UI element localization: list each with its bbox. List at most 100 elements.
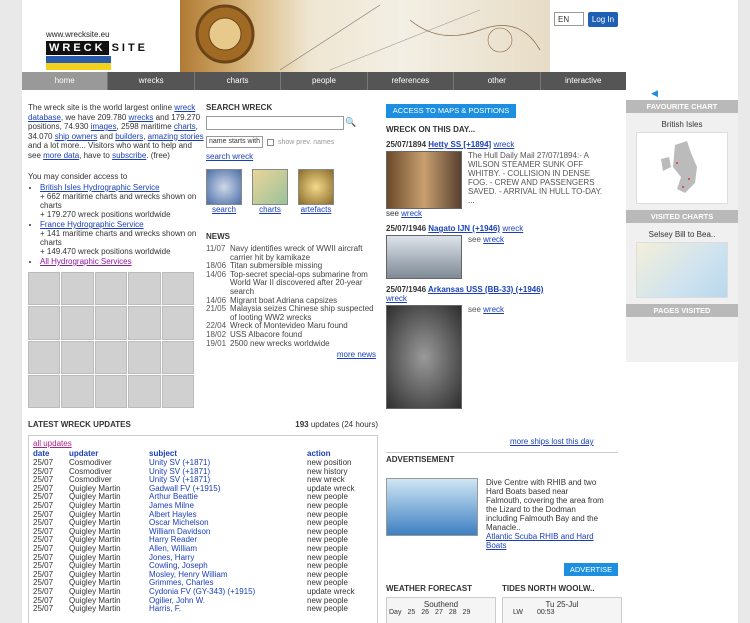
- map-tile[interactable]: [161, 340, 194, 374]
- update-updater: Quigley Martin: [69, 604, 121, 614]
- favourite-chart-image[interactable]: [636, 132, 728, 204]
- see-wreck-link[interactable]: wreck: [483, 235, 504, 244]
- news-headline: Navy identifies wreck of WWII aircraft c…: [230, 244, 363, 262]
- otd-ship-link[interactable]: Nagato IJN (+1946): [428, 224, 500, 233]
- otd-ship-link[interactable]: Arkansas USS (BB-33) (+1946): [428, 285, 543, 294]
- show-prev-names-checkbox[interactable]: [266, 138, 274, 146]
- visited-chart-image[interactable]: [636, 242, 728, 298]
- collapse-arrow-icon[interactable]: ◀: [651, 88, 658, 99]
- map-tile[interactable]: [128, 374, 161, 408]
- map-tile[interactable]: [61, 272, 94, 306]
- map-tile[interactable]: [128, 306, 161, 340]
- nav-tab-people[interactable]: people: [281, 72, 368, 90]
- login-button[interactable]: Log In: [588, 12, 618, 27]
- visited-charts-title: VISITED CHARTS: [626, 210, 738, 223]
- nav-tab-other[interactable]: other: [454, 72, 541, 90]
- more-ships-link[interactable]: more ships lost this day: [510, 437, 594, 446]
- artefacts-thumb[interactable]: artefacts: [298, 169, 334, 214]
- hydro-detail: + 149.470 wreck positions worldwide: [40, 247, 171, 256]
- otd-ship-link[interactable]: Hetty SS [+1894]: [428, 140, 491, 149]
- news-title: NEWS: [206, 232, 230, 241]
- all-hydro-link[interactable]: All Hydrographic Services: [40, 257, 206, 266]
- nav-tab-charts[interactable]: charts: [195, 72, 282, 90]
- show-prev-names-label: show prev. names: [277, 138, 335, 146]
- british-isles-hydro-link[interactable]: British Isles Hydrographic Service: [40, 183, 206, 192]
- world-region-map[interactable]: [28, 272, 194, 408]
- news-item[interactable]: 11/07 Navy identifies wreck of WWII aircr…: [206, 244, 376, 262]
- hydro-item: British Isles Hydrographic Service + 662…: [40, 183, 206, 219]
- otd-wreck-link[interactable]: wreck: [493, 140, 514, 149]
- update-subject[interactable]: Harris, F.: [149, 604, 307, 614]
- images-link[interactable]: images: [91, 122, 117, 131]
- language-select[interactable]: EN: [554, 12, 584, 26]
- map-tile[interactable]: [94, 374, 128, 408]
- see-wreck-link[interactable]: wreck: [401, 209, 422, 218]
- news-headline: 2500 new wrecks worldwide: [230, 338, 330, 348]
- news-item[interactable]: 14/06 Top-secret special-ops submarine fr…: [206, 270, 376, 297]
- site-logo[interactable]: WRECK SITE: [46, 40, 151, 56]
- map-tile[interactable]: [28, 272, 61, 306]
- nav-tab-home[interactable]: home: [22, 72, 109, 90]
- otd-item: 25/07/1946 Arkansas USS (BB-33) (+1946) …: [386, 285, 618, 409]
- ship-owners-link[interactable]: ship owners: [55, 132, 98, 141]
- nav-tab-references[interactable]: references: [368, 72, 455, 90]
- otd-photo[interactable]: [386, 305, 462, 409]
- amazing-stories-link[interactable]: amazing stories: [148, 132, 204, 141]
- more-news-link[interactable]: more news: [337, 350, 376, 359]
- see-label: see: [386, 209, 399, 218]
- news-date: 21/05: [206, 304, 227, 314]
- map-tile[interactable]: [61, 306, 94, 340]
- map-tile[interactable]: [61, 340, 94, 374]
- search-mode-select[interactable]: name starts with: [206, 136, 263, 148]
- intro-text: The wreck site is the world largest onli…: [28, 103, 206, 160]
- advertise-button[interactable]: ADVERTISE: [564, 563, 618, 576]
- compass-banner-image: [195, 4, 541, 71]
- advert-link[interactable]: Atlantic Scuba RHIB and Hard Boats: [486, 532, 604, 550]
- map-tile[interactable]: [161, 272, 194, 306]
- map-tile[interactable]: [161, 374, 194, 408]
- see-wreck-link[interactable]: wreck: [483, 305, 504, 314]
- map-tile[interactable]: [128, 272, 161, 306]
- search-thumb[interactable]: search: [206, 169, 242, 214]
- map-tile[interactable]: [28, 374, 61, 408]
- wrecks-link[interactable]: wrecks: [129, 113, 154, 122]
- france-hydro-link[interactable]: France Hydrographic Service: [40, 220, 206, 229]
- weather-place: Southend: [423, 600, 459, 609]
- news-item[interactable]: 19/01 2500 new wrecks worldwide: [206, 338, 376, 349]
- otd-photo[interactable]: [386, 151, 462, 209]
- chart-icon: [252, 169, 288, 205]
- search-wreck-link[interactable]: search wreck: [206, 152, 376, 161]
- builders-link[interactable]: builders: [115, 132, 143, 141]
- nav-tab-wrecks[interactable]: wrecks: [108, 72, 195, 90]
- map-tile[interactable]: [28, 306, 61, 340]
- otd-photo[interactable]: [386, 235, 462, 279]
- nav-tab-interactive[interactable]: interactive: [541, 72, 626, 90]
- map-tile[interactable]: [61, 374, 94, 408]
- charts-thumb[interactable]: charts: [252, 169, 288, 214]
- map-tile[interactable]: [94, 306, 128, 340]
- favourite-chart-caption: British Isles: [661, 120, 703, 129]
- search-input[interactable]: [206, 116, 344, 130]
- access-maps-button[interactable]: ACCESS TO MAPS & POSITIONS: [386, 104, 516, 118]
- otd-wreck-link[interactable]: wreck: [386, 294, 407, 303]
- site-url: www.wrecksite.eu: [46, 30, 110, 39]
- news-item[interactable]: 21/05 Malaysia seizes Chinese ship suspec…: [206, 304, 376, 322]
- map-tile[interactable]: [94, 340, 128, 374]
- otd-wreck-link[interactable]: wreck: [502, 224, 523, 233]
- update-date: 25/07: [33, 604, 54, 614]
- map-tile[interactable]: [28, 340, 61, 374]
- search-title: SEARCH WRECK: [206, 103, 273, 112]
- map-tile[interactable]: [128, 340, 161, 374]
- advert-image[interactable]: [386, 478, 478, 536]
- weather-date: 26: [421, 609, 430, 616]
- hydro-detail: + 662 maritime charts and wrecks shown o…: [40, 192, 197, 210]
- more-data-link[interactable]: more data: [43, 151, 79, 160]
- tides-title: TIDES NORTH WOOLW..: [502, 584, 595, 593]
- map-tile[interactable]: [94, 272, 128, 306]
- map-tile[interactable]: [161, 306, 194, 340]
- charts-link[interactable]: charts: [174, 122, 196, 131]
- search-icon[interactable]: 🔍: [344, 116, 358, 130]
- tides-lw-label: LW: [513, 609, 523, 616]
- subscribe-link[interactable]: subscribe: [112, 151, 146, 160]
- all-updates-link[interactable]: all updates: [33, 439, 373, 448]
